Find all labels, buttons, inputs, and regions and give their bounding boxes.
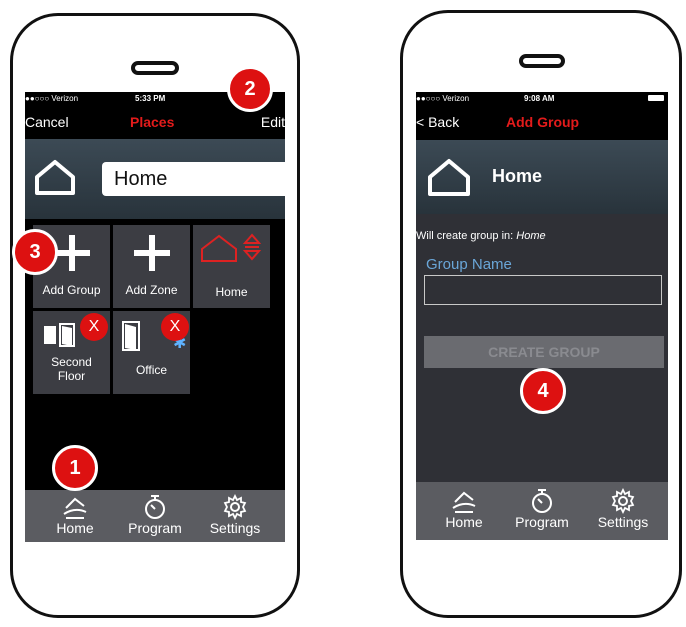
tile-label: Add Group	[42, 283, 101, 297]
tile-label: Second Floor	[51, 355, 92, 383]
tile-label: Office	[135, 363, 168, 377]
tab-settings[interactable]: Settings	[200, 494, 270, 536]
right-tab-bar: Home Program Settings	[416, 482, 668, 540]
right-phone-speaker	[519, 54, 565, 68]
place-header: Home	[25, 139, 285, 219]
tab-home-label: Home	[56, 520, 94, 536]
callout-2: 2	[227, 66, 273, 112]
home-leaf-icon	[63, 497, 87, 519]
house-reorder-icon	[201, 233, 262, 262]
gear-icon	[611, 488, 635, 514]
group-name-input[interactable]	[424, 275, 662, 305]
gear-icon	[223, 494, 247, 520]
tab-home[interactable]: Home	[45, 494, 105, 536]
create-group-button[interactable]: CREATE GROUP	[424, 336, 664, 368]
carrier-label: ●●○○○ Verizon	[25, 94, 79, 103]
tab-home-label: Home	[445, 514, 483, 530]
tab-settings[interactable]: Settings	[588, 488, 658, 530]
place-name-field[interactable]: Home	[102, 162, 285, 196]
tab-settings-label: Settings	[597, 514, 649, 530]
info-place: Home	[516, 230, 546, 242]
home-tile[interactable]: Home	[193, 225, 270, 308]
stopwatch-icon	[145, 495, 165, 519]
stopwatch-icon	[532, 489, 552, 513]
tab-settings-label: Settings	[209, 520, 261, 536]
delete-office-badge[interactable]: X	[161, 313, 189, 341]
page-title: Add Group	[506, 114, 580, 130]
tab-program[interactable]: Program	[123, 494, 187, 536]
callout-1: 1	[52, 445, 98, 491]
plus-icon	[54, 235, 90, 271]
tab-home[interactable]: Home	[434, 488, 494, 530]
plus-icon	[134, 235, 170, 271]
status-time: 5:33 PM	[135, 94, 166, 103]
left-phone-speaker	[131, 61, 179, 75]
edit-button[interactable]: Edit	[261, 114, 285, 130]
door-icon	[44, 323, 75, 347]
tab-program-label: Program	[515, 514, 569, 530]
info-prefix: Will create group in:	[416, 230, 517, 242]
door-icon	[122, 321, 140, 351]
battery-icon	[648, 95, 664, 101]
place-name-text: Home	[114, 168, 168, 190]
delete-second-floor-badge[interactable]: X	[80, 313, 108, 341]
carrier-label: ●●○○○ Verizon	[416, 94, 470, 103]
home-leaf-icon	[452, 491, 476, 513]
house-icon	[35, 160, 75, 195]
house-icon	[428, 159, 470, 196]
tile-label: Home	[215, 285, 248, 299]
page-title: Places	[130, 114, 175, 130]
group-name-label: Group Name	[426, 256, 512, 273]
tab-program-label: Program	[128, 520, 182, 536]
tab-program[interactable]: Program	[510, 488, 574, 530]
add-zone-tile[interactable]: Add Zone	[113, 225, 190, 308]
right-screen: ●●○○○ Verizon 9:08 AM < Back Add Group H…	[416, 92, 668, 540]
cancel-button[interactable]: Cancel	[25, 114, 69, 130]
place-header: Home	[416, 140, 668, 214]
status-time: 9:08 AM	[524, 94, 555, 103]
tile-label: Add Zone	[125, 283, 178, 297]
left-tab-bar: Home Program Settings	[25, 490, 285, 542]
back-button[interactable]: < Back	[416, 114, 459, 130]
place-name: Home	[492, 166, 543, 186]
callout-3: 3	[12, 229, 58, 275]
create-location-info: Will create group in: Home	[416, 230, 546, 242]
callout-4: 4	[520, 368, 566, 414]
